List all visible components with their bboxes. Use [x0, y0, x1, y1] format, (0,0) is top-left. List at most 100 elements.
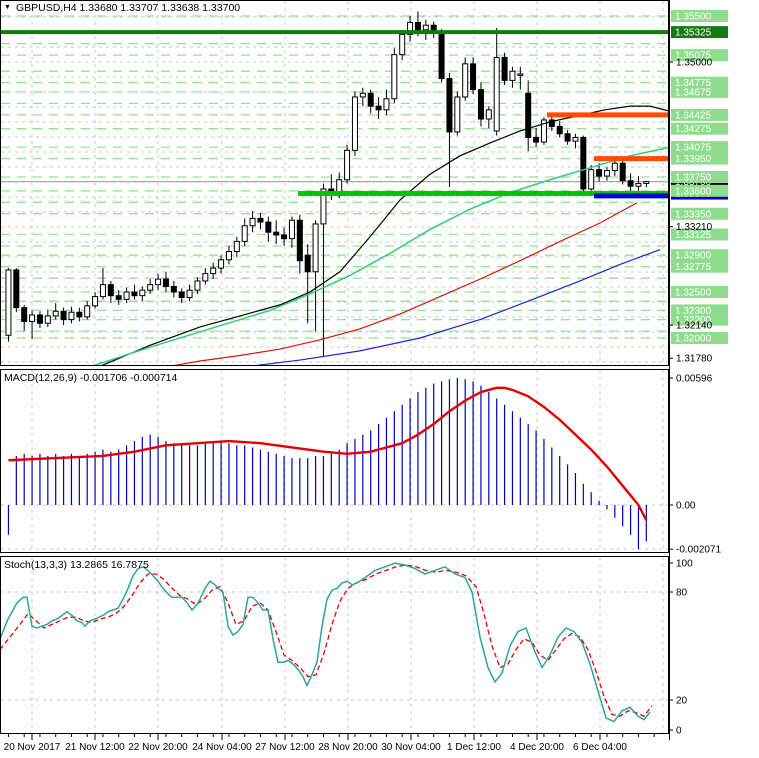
candle-bearish	[304, 254, 311, 273]
candle-bearish	[76, 311, 83, 318]
candle-bullish	[68, 311, 75, 321]
time-axis-label: 22 Nov 20:00	[128, 742, 188, 753]
axis-label: 1.34425	[675, 110, 712, 121]
panel-border	[0, 556, 669, 734]
axis-label: 1.33950	[675, 154, 712, 165]
candle-bullish	[29, 314, 36, 322]
candle-bearish	[525, 92, 532, 138]
candle-bearish	[414, 21, 421, 31]
axis-label: 1.34075	[675, 143, 712, 154]
time-axis-label: 30 Nov 04:00	[381, 742, 441, 753]
chart-symbol-period: GBPUSD,H4	[15, 2, 77, 14]
candle-bearish	[477, 89, 484, 120]
candle-bearish	[564, 133, 571, 142]
axis-label: 1.33750	[675, 173, 712, 184]
stochastic-panel[interactable]	[0, 557, 668, 733]
candle-bullish	[572, 136, 579, 142]
axis-label: 1.33600	[675, 186, 712, 197]
candle-bullish	[147, 284, 154, 291]
candle-bearish	[580, 136, 587, 190]
candle-bearish	[281, 234, 288, 240]
axis-label: 20	[676, 696, 688, 707]
candle-bearish	[556, 125, 563, 135]
axis-label: 1.32000	[675, 334, 712, 345]
axis-label: 1.34275	[675, 124, 712, 135]
time-axis[interactable]: 20 Nov 2017 21 Nov 12:00 22 Nov 20:00 24 No…	[4, 734, 655, 753]
candle-bullish	[123, 291, 130, 300]
axis-label: 1.32775	[675, 262, 712, 273]
time-axis-label: 1 Dec 12:00	[447, 742, 501, 753]
macd-signal-line	[8, 386, 648, 521]
candle-bearish	[375, 105, 382, 111]
candle-bearish	[367, 92, 374, 107]
candle-bullish	[422, 24, 429, 31]
axis-label: 1.32900	[675, 251, 712, 262]
candle-bullish	[312, 223, 319, 273]
axis-label: 1.32500	[675, 288, 712, 299]
axis-label: 1.31780	[676, 354, 713, 365]
candle-bearish	[501, 56, 508, 81]
candle-bullish	[186, 289, 193, 299]
candle-bullish	[99, 284, 106, 298]
candle-bearish	[162, 278, 169, 287]
candle-bullish	[391, 54, 398, 100]
candle-bullish	[155, 278, 162, 286]
candle-bullish	[233, 240, 240, 253]
ma-slowest-blue	[254, 249, 661, 365]
chart-ohlc-readout: 1.33680 1.33707 1.33638 1.33700	[79, 2, 241, 14]
candle-bearish	[619, 162, 626, 182]
price-axis[interactable]: 1.335701.337001.355001.350751.347751.346…	[669, 10, 728, 737]
candle-bullish	[509, 70, 516, 81]
main-grid-layer	[1, 1, 668, 365]
time-axis-label: 21 Nov 12:00	[65, 742, 125, 753]
candle-bullish	[5, 269, 12, 336]
axis-label: -0.002071	[676, 545, 721, 556]
candle-bullish	[517, 73, 524, 76]
level-lines-layer[interactable]	[0, 30, 669, 199]
candle-bullish	[383, 98, 390, 111]
candle-bearish	[596, 169, 603, 177]
candle-bearish	[60, 310, 67, 321]
candle-bullish	[635, 182, 642, 187]
candle-bearish	[273, 231, 280, 236]
axis-label: 1.33350	[675, 209, 712, 220]
candle-bullish	[351, 96, 358, 151]
candle-bullish	[454, 96, 461, 133]
candle-bearish	[36, 314, 43, 324]
candle-bearish	[13, 269, 20, 309]
candle-bullish	[139, 289, 146, 297]
candle-bullish	[249, 217, 256, 227]
candle-bullish	[643, 181, 650, 184]
candle-bullish	[210, 267, 217, 275]
candle-bearish	[446, 78, 453, 133]
candle-bullish	[359, 92, 366, 98]
candles-layer	[5, 11, 650, 357]
axis-label: 1.33210	[676, 222, 713, 233]
macd-panel[interactable]	[1, 370, 668, 552]
axis-label: 0	[676, 726, 682, 737]
candle-bearish	[533, 136, 540, 143]
candle-bullish	[462, 63, 469, 98]
candle-bearish	[470, 63, 477, 91]
candle-bullish	[588, 169, 595, 190]
candle-bearish	[296, 219, 303, 262]
axis-label: 1.35500	[675, 12, 712, 23]
candle-bearish	[438, 32, 445, 80]
ma-slow-red	[173, 202, 638, 365]
candle-bullish	[44, 315, 51, 324]
stochastic-main-line	[1, 562, 651, 723]
candle-bullish	[485, 109, 492, 120]
chart-dropdown-arrow-icon[interactable]: ▼	[4, 2, 11, 14]
candle-bearish	[115, 295, 122, 300]
time-axis-label: 27 Nov 12:00	[255, 742, 315, 753]
panel-border	[0, 369, 669, 553]
candle-bullish	[344, 149, 351, 181]
candle-bearish	[257, 217, 264, 223]
axis-label: 1.34675	[675, 87, 712, 98]
candle-bullish	[202, 273, 209, 282]
candle-bullish	[194, 280, 201, 291]
candle-bullish	[225, 251, 232, 261]
candle-bearish	[21, 307, 28, 322]
axis-label: 1.35325	[675, 28, 712, 39]
candle-bullish	[92, 296, 99, 307]
